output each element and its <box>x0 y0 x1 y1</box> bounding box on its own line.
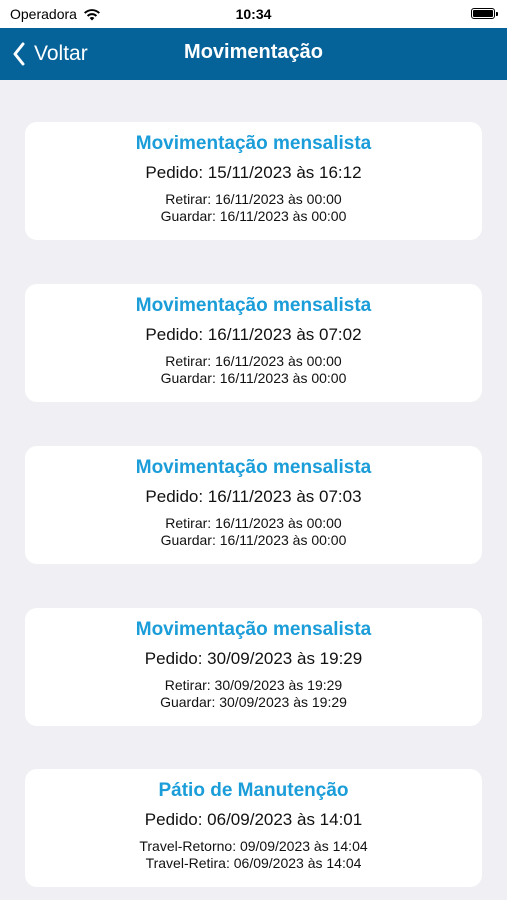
movement-card[interactable]: Movimentação mensalista Pedido: 16/11/20… <box>25 446 482 564</box>
card-detail-line: Guardar: 16/11/2023 às 00:00 <box>160 370 347 386</box>
card-order-date: Pedido: 06/09/2023 às 14:01 <box>144 810 363 829</box>
card-detail-line: Retirar: 16/11/2023 às 00:00 <box>165 353 342 369</box>
card-title: Movimentação mensalista <box>135 133 372 154</box>
navigation-bar: Voltar Movimentação <box>0 28 507 80</box>
card-detail-line: Travel-Retira: 06/09/2023 às 14:04 <box>145 855 362 871</box>
card-order-date: Pedido: 16/11/2023 às 07:02 <box>145 325 362 344</box>
card-title: Movimentação mensalista <box>135 619 372 640</box>
movement-card[interactable]: Pátio de Manutenção Pedido: 06/09/2023 à… <box>25 769 482 887</box>
card-detail-line: Retirar: 16/11/2023 às 00:00 <box>165 191 342 207</box>
card-detail-line: Retirar: 30/09/2023 às 19:29 <box>164 677 343 693</box>
page-title: Movimentação <box>184 41 323 63</box>
card-title: Movimentação mensalista <box>135 295 372 316</box>
card-detail-line: Guardar: 16/11/2023 às 00:00 <box>160 532 347 548</box>
card-detail-line: Travel-Retorno: 09/09/2023 às 14:04 <box>139 838 368 854</box>
card-detail-line: Guardar: 16/11/2023 às 00:00 <box>160 208 347 224</box>
movement-card[interactable]: Movimentação mensalista Pedido: 15/11/20… <box>25 122 482 240</box>
movement-card[interactable]: Movimentação mensalista Pedido: 30/09/20… <box>25 608 482 726</box>
card-title: Movimentação mensalista <box>135 457 372 478</box>
card-title: Pátio de Manutenção <box>158 780 349 801</box>
movement-card[interactable]: Movimentação mensalista Pedido: 16/11/20… <box>25 284 482 402</box>
card-order-date: Pedido: 16/11/2023 às 07:03 <box>145 487 362 506</box>
status-time: 10:34 <box>235 6 272 22</box>
card-detail-line: Guardar: 30/09/2023 às 19:29 <box>160 694 347 710</box>
card-detail-line: Retirar: 16/11/2023 às 00:00 <box>165 515 342 531</box>
card-order-date: Pedido: 30/09/2023 às 19:29 <box>144 649 363 668</box>
battery-icon <box>471 8 498 19</box>
status-bar: Operadora 10:34 <box>0 0 507 28</box>
card-order-date: Pedido: 15/11/2023 às 16:12 <box>145 163 362 182</box>
